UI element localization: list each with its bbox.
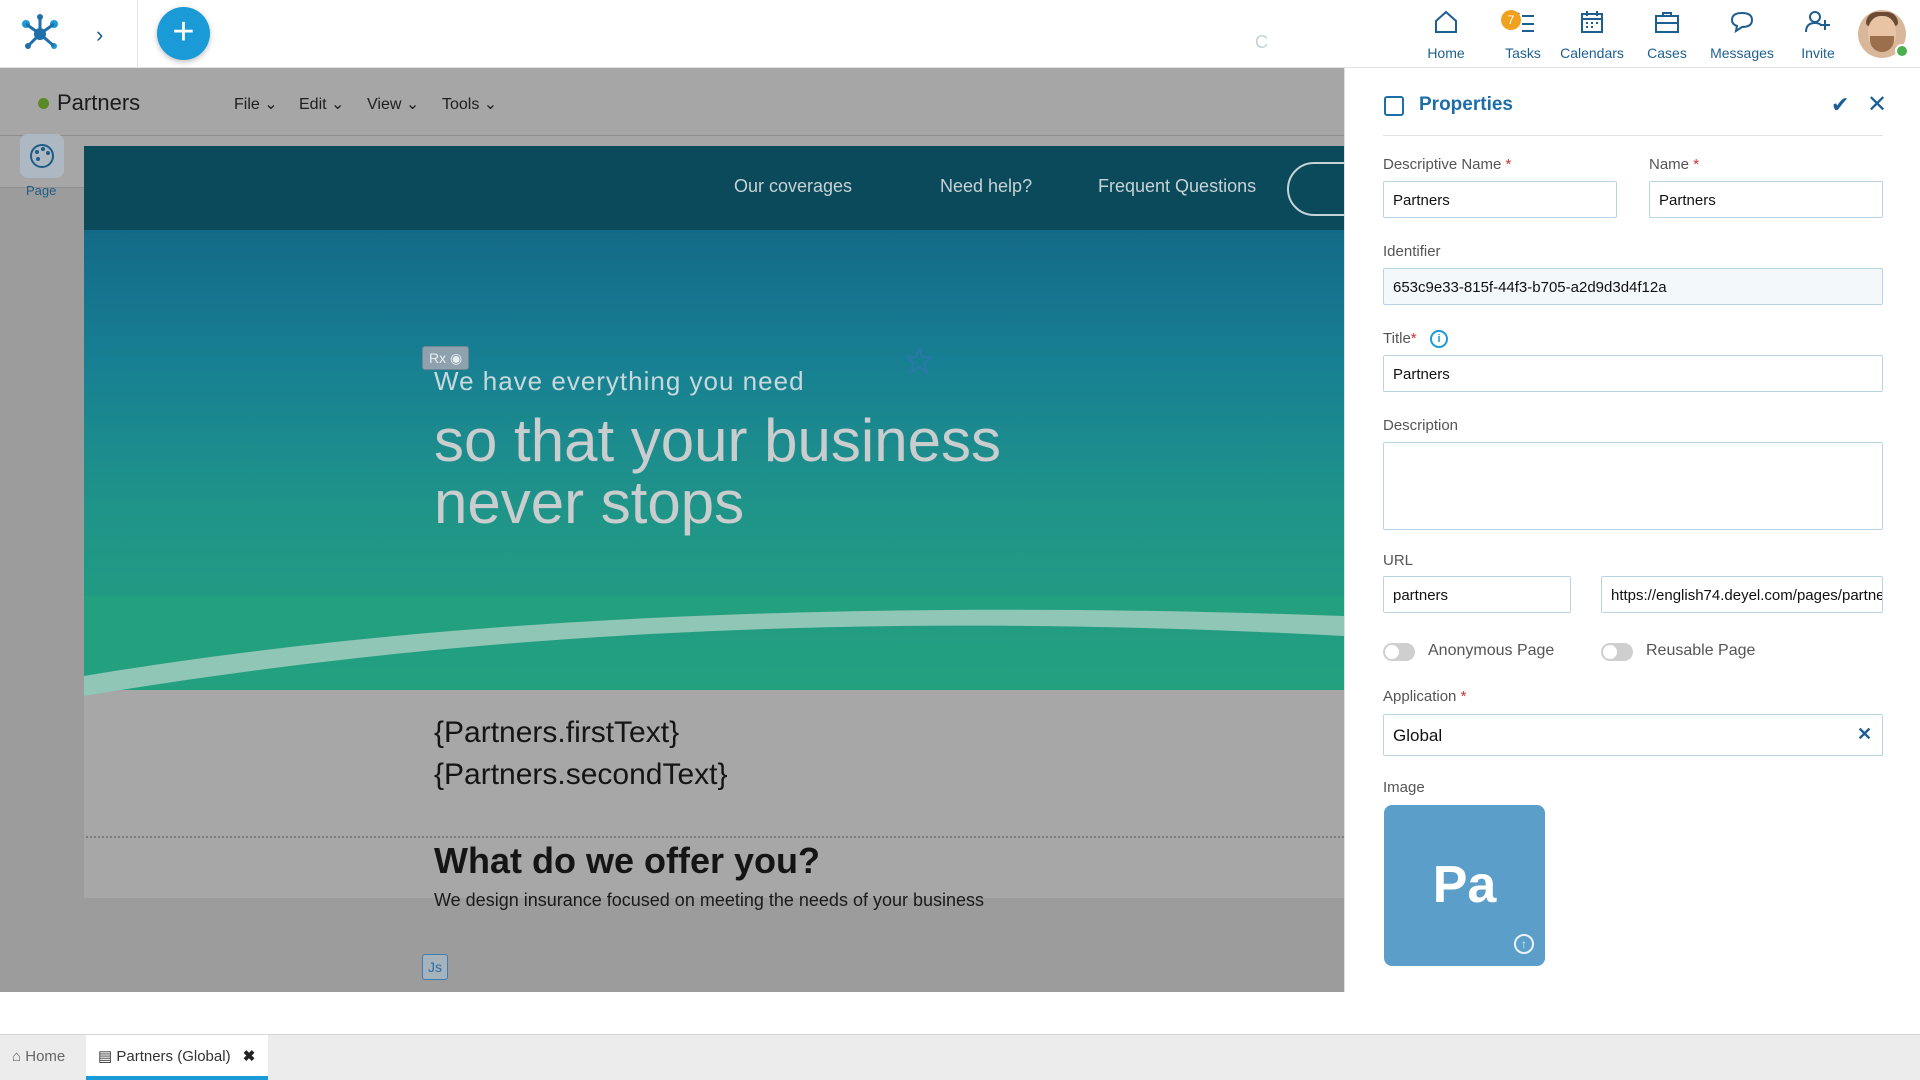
hero-subtitle: We have everything you need	[434, 366, 805, 396]
home-icon	[1435, 10, 1457, 33]
tab-home[interactable]: ⌂ Home	[12, 1035, 80, 1080]
offer-heading: What do we offer you?	[434, 840, 820, 881]
anonymous-page-label: Anonymous Page	[1428, 642, 1555, 659]
nav-invite[interactable]: Invite	[1782, 8, 1854, 61]
name-field[interactable]: Partners	[1649, 181, 1883, 218]
page-style-button[interactable]	[20, 134, 64, 178]
reusable-page-toggle[interactable]	[1601, 643, 1633, 661]
descriptive-name-field[interactable]: Partners	[1383, 181, 1617, 218]
confirm-check-icon[interactable]: ✔	[1831, 92, 1849, 118]
offer-description: We design insurance focused on meeting t…	[434, 890, 985, 910]
chat-bubble-icon	[1730, 11, 1754, 34]
upload-icon[interactable]: ↑	[1514, 934, 1534, 954]
eye-icon: ◉	[450, 350, 463, 366]
properties-panel: Properties ✔ ✕ Descriptive Name * Partne…	[1344, 68, 1920, 992]
nav-invite-label: Invite	[1801, 45, 1835, 61]
site-link-help[interactable]: Need help?	[940, 176, 1032, 197]
nav-messages-label: Messages	[1710, 45, 1774, 61]
page-tab-icon: ▤	[98, 1048, 113, 1065]
calendar-icon	[1581, 11, 1603, 33]
template-second-text: {Partners.secondText}	[434, 758, 728, 791]
nav-cases[interactable]: Cases	[1631, 8, 1703, 61]
section-divider	[86, 836, 1344, 838]
nav-calendars[interactable]: Calendars	[1556, 8, 1628, 61]
editor-side-rail	[0, 188, 72, 992]
star-icon[interactable]	[904, 346, 934, 376]
home-icon: ⌂	[12, 1048, 22, 1065]
editor-title: Partners	[57, 90, 141, 115]
anonymous-page-toggle[interactable]	[1383, 643, 1415, 661]
info-icon[interactable]: i	[1430, 330, 1448, 348]
site-link-coverages[interactable]: Our coverages	[734, 176, 852, 197]
properties-title: Properties	[1419, 94, 1513, 115]
url-full-field[interactable]: https://english74.deyel.com/pages/partne…	[1601, 576, 1883, 613]
expand-sidebar-chevron-icon[interactable]: ›	[96, 22, 103, 48]
description-textarea[interactable]	[1383, 442, 1883, 530]
name-label: Name *	[1649, 156, 1700, 173]
menu-view[interactable]: View ⌄	[367, 94, 419, 114]
tasks-count-badge: 7	[1501, 10, 1521, 30]
top-bar: › + Home 7 Tasks Calendars Cases Message…	[0, 0, 1920, 68]
descriptive-name-label: Descriptive Name *	[1383, 156, 1512, 173]
nav-tasks-label: Tasks	[1505, 45, 1541, 61]
title-label: Title*	[1383, 330, 1417, 347]
site-nav-pill-label: C	[1255, 32, 1268, 52]
nav-messages[interactable]: Messages	[1706, 8, 1778, 61]
close-icon[interactable]: ✕	[1867, 90, 1887, 119]
online-status-dot	[1895, 44, 1909, 58]
title-field[interactable]: Partners	[1383, 355, 1883, 392]
identifier-label: Identifier	[1383, 243, 1441, 260]
nav-home[interactable]: Home	[1410, 8, 1482, 61]
url-label: URL	[1383, 552, 1414, 569]
page-tool-label: Page	[26, 183, 57, 198]
panel-checkbox-icon	[1384, 96, 1404, 116]
create-new-button[interactable]: +	[157, 7, 210, 60]
editor-header: Partners File ⌄ Edit ⌄ View ⌄ Tools ⌄	[0, 68, 1344, 136]
nav-home-label: Home	[1427, 45, 1465, 61]
site-nav-bar: Our coverages Need help? Frequent Questi…	[84, 146, 1407, 230]
clear-application-icon[interactable]: ✕	[1857, 724, 1872, 745]
site-link-faq[interactable]: Frequent Questions	[1098, 176, 1256, 197]
invite-user-icon	[1805, 11, 1830, 33]
js-tag[interactable]: Js	[422, 954, 448, 980]
tab-partners[interactable]: ▤ Partners (Global) ✖	[86, 1035, 268, 1080]
menu-file[interactable]: File ⌄	[234, 94, 278, 114]
identifier-field[interactable]: 653c9e33-815f-44f3-b705-a2d9d3d4f12a	[1383, 268, 1883, 305]
hero-wave	[84, 596, 1344, 696]
bottom-tab-bar: ⌂ Home ▤ Partners (Global) ✖	[0, 1034, 1920, 1080]
logo-area: ›	[0, 0, 138, 68]
briefcase-icon	[1655, 12, 1679, 33]
hero-title: so that your business never stops	[434, 407, 1001, 536]
nav-tasks[interactable]: 7 Tasks	[1487, 8, 1559, 61]
menu-tools[interactable]: Tools ⌄	[442, 94, 497, 114]
nav-calendars-label: Calendars	[1560, 45, 1624, 61]
app-logo-icon[interactable]	[18, 12, 62, 52]
template-first-text: {Partners.firstText}	[434, 716, 680, 749]
reusable-page-label: Reusable Page	[1646, 642, 1756, 659]
image-label: Image	[1383, 779, 1425, 796]
url-slug-field[interactable]: partners	[1383, 576, 1571, 613]
menu-edit[interactable]: Edit ⌄	[299, 94, 344, 114]
palette-icon	[30, 144, 54, 168]
status-dot	[38, 98, 49, 109]
nav-cases-label: Cases	[1647, 45, 1687, 61]
application-label: Application *	[1383, 688, 1467, 705]
description-label: Description	[1383, 417, 1459, 434]
application-field[interactable]: Global	[1383, 714, 1883, 756]
close-tab-icon[interactable]: ✖	[243, 1048, 256, 1065]
